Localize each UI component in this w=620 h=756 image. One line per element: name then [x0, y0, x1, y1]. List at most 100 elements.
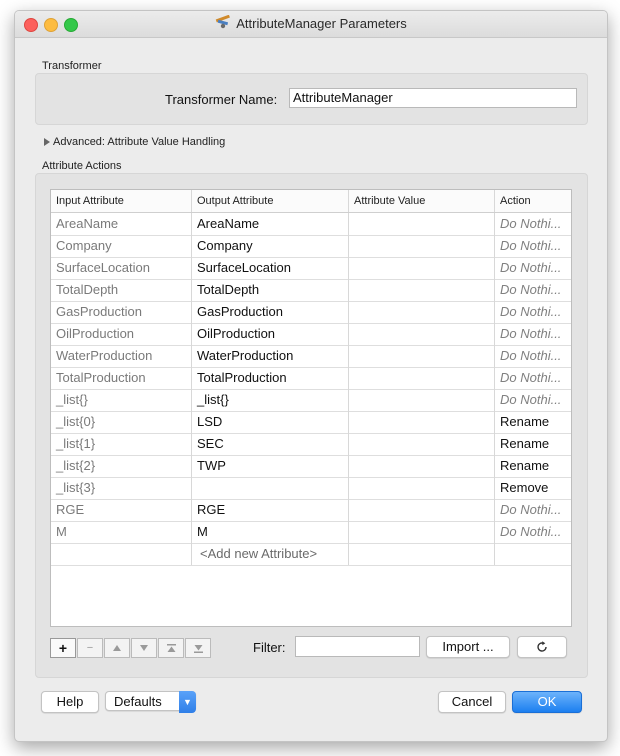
table-cell-action[interactable]: Do Nothi... [495, 213, 571, 235]
table-cell-value[interactable] [349, 323, 495, 345]
table-cell-action[interactable]: Do Nothi... [495, 301, 571, 323]
table-cell-input[interactable]: SurfaceLocation [51, 257, 192, 279]
cancel-button[interactable]: Cancel [438, 691, 506, 713]
table-cell-output[interactable]: OilProduction [192, 323, 349, 345]
table-cell-value[interactable] [349, 235, 495, 257]
table-cell-value[interactable] [349, 257, 495, 279]
table-cell-output[interactable]: TWP [192, 455, 349, 477]
table-cell-action[interactable]: Do Nothi... [495, 499, 571, 521]
table-cell-action[interactable]: Remove [495, 477, 571, 499]
table-cell-value[interactable] [349, 411, 495, 433]
column-header-action[interactable]: Action [495, 190, 571, 212]
table-cell-input[interactable]: TotalProduction [51, 367, 192, 389]
table-cell-action[interactable]: Rename [495, 433, 571, 455]
table-cell-input[interactable]: OilProduction [51, 323, 192, 345]
refresh-button[interactable] [517, 636, 567, 658]
column-header-value[interactable]: Attribute Value [349, 190, 495, 212]
table-cell-input[interactable]: GasProduction [51, 301, 192, 323]
table-row[interactable]: TotalDepth TotalDepth Do Nothi... [51, 279, 571, 302]
table-cell-action[interactable]: Do Nothi... [495, 257, 571, 279]
import-button[interactable]: Import ... [426, 636, 510, 658]
table-cell-value[interactable] [349, 345, 495, 367]
table-cell-input[interactable]: Company [51, 235, 192, 257]
table-cell-action[interactable]: Do Nothi... [495, 323, 571, 345]
table-cell-output[interactable]: AreaName [192, 213, 349, 235]
table-cell-output[interactable]: RGE [192, 499, 349, 521]
advanced-toggle[interactable]: Advanced: Attribute Value Handling [44, 136, 225, 148]
table-cell-output[interactable]: SurfaceLocation [192, 257, 349, 279]
filter-input[interactable] [295, 636, 420, 657]
table-row[interactable]: RGE RGE Do Nothi... [51, 499, 571, 522]
table-cell-output[interactable]: Company [192, 235, 349, 257]
table-row[interactable]: _list{0} LSD Rename [51, 411, 571, 434]
add-new-attribute-cell[interactable]: <Add new Attribute> [192, 543, 349, 565]
table-cell-input[interactable]: _list{1} [51, 433, 192, 455]
help-button[interactable]: Help [41, 691, 99, 713]
table-cell-input[interactable]: _list{2} [51, 455, 192, 477]
table-cell-input[interactable]: _list{0} [51, 411, 192, 433]
dialog-window: AttributeManager Parameters Transformer … [14, 10, 608, 742]
table-cell-input[interactable]: TotalDepth [51, 279, 192, 301]
table-cell-output[interactable] [192, 477, 349, 499]
column-header-input[interactable]: Input Attribute [51, 190, 192, 212]
table-row[interactable]: WaterProduction WaterProduction Do Nothi..… [51, 345, 571, 368]
table-cell-output[interactable]: _list{} [192, 389, 349, 411]
table-cell-value[interactable] [349, 499, 495, 521]
table-cell-value[interactable] [349, 301, 495, 323]
defaults-label: Defaults [114, 694, 162, 709]
table-cell-output[interactable]: LSD [192, 411, 349, 433]
ok-button[interactable]: OK [512, 691, 582, 713]
table-row[interactable]: M M Do Nothi... [51, 521, 571, 544]
table-cell-value [349, 543, 495, 565]
table-cell-input[interactable]: _list{3} [51, 477, 192, 499]
table-cell-value[interactable] [349, 521, 495, 543]
table-cell-action[interactable]: Do Nothi... [495, 389, 571, 411]
table-cell-action[interactable]: Rename [495, 455, 571, 477]
column-header-output[interactable]: Output Attribute [192, 190, 349, 212]
table-cell-input[interactable]: RGE [51, 499, 192, 521]
table-cell-value[interactable] [349, 455, 495, 477]
add-row-button[interactable]: + [50, 638, 76, 658]
table-row[interactable]: AreaName AreaName Do Nothi... [51, 213, 571, 236]
add-attribute-row[interactable]: <Add new Attribute> [51, 543, 571, 566]
table-cell-value[interactable] [349, 389, 495, 411]
table-row[interactable]: OilProduction OilProduction Do Nothi... [51, 323, 571, 346]
table-row[interactable]: TotalProduction TotalProduction Do Nothi..… [51, 367, 571, 390]
table-cell-action[interactable]: Rename [495, 411, 571, 433]
attribute-actions-section-label: Attribute Actions [42, 160, 122, 172]
remove-row-button[interactable]: − [77, 638, 103, 658]
table-cell-output[interactable]: GasProduction [192, 301, 349, 323]
table-row[interactable]: _list{3} Remove [51, 477, 571, 500]
table-cell-input[interactable]: AreaName [51, 213, 192, 235]
table-row[interactable]: SurfaceLocation SurfaceLocation Do Nothi..… [51, 257, 571, 280]
table-cell-action[interactable]: Do Nothi... [495, 345, 571, 367]
table-row[interactable]: Company Company Do Nothi... [51, 235, 571, 258]
table-cell-action[interactable]: Do Nothi... [495, 521, 571, 543]
transformer-name-input[interactable]: AttributeManager [289, 88, 577, 108]
table-cell-value[interactable] [349, 279, 495, 301]
table-cell-action[interactable]: Do Nothi... [495, 367, 571, 389]
defaults-select[interactable]: Defaults ▼ [105, 691, 196, 713]
table-row[interactable]: _list{} _list{} Do Nothi... [51, 389, 571, 412]
table-row[interactable]: _list{2} TWP Rename [51, 455, 571, 478]
move-bottom-button[interactable] [185, 638, 211, 658]
table-row[interactable]: GasProduction GasProduction Do Nothi... [51, 301, 571, 324]
table-cell-input[interactable]: WaterProduction [51, 345, 192, 367]
table-cell-value[interactable] [349, 477, 495, 499]
table-row[interactable]: _list{1} SEC Rename [51, 433, 571, 456]
table-cell-output[interactable]: WaterProduction [192, 345, 349, 367]
table-cell-input[interactable]: _list{} [51, 389, 192, 411]
move-top-button[interactable] [158, 638, 184, 658]
table-cell-action[interactable]: Do Nothi... [495, 279, 571, 301]
move-down-button[interactable] [131, 638, 157, 658]
table-cell-value[interactable] [349, 433, 495, 455]
move-up-button[interactable] [104, 638, 130, 658]
table-cell-value[interactable] [349, 367, 495, 389]
table-cell-output[interactable]: SEC [192, 433, 349, 455]
table-cell-value[interactable] [349, 213, 495, 235]
table-cell-input[interactable]: M [51, 521, 192, 543]
table-cell-output[interactable]: TotalProduction [192, 367, 349, 389]
table-cell-output[interactable]: M [192, 521, 349, 543]
table-cell-output[interactable]: TotalDepth [192, 279, 349, 301]
table-cell-action[interactable]: Do Nothi... [495, 235, 571, 257]
